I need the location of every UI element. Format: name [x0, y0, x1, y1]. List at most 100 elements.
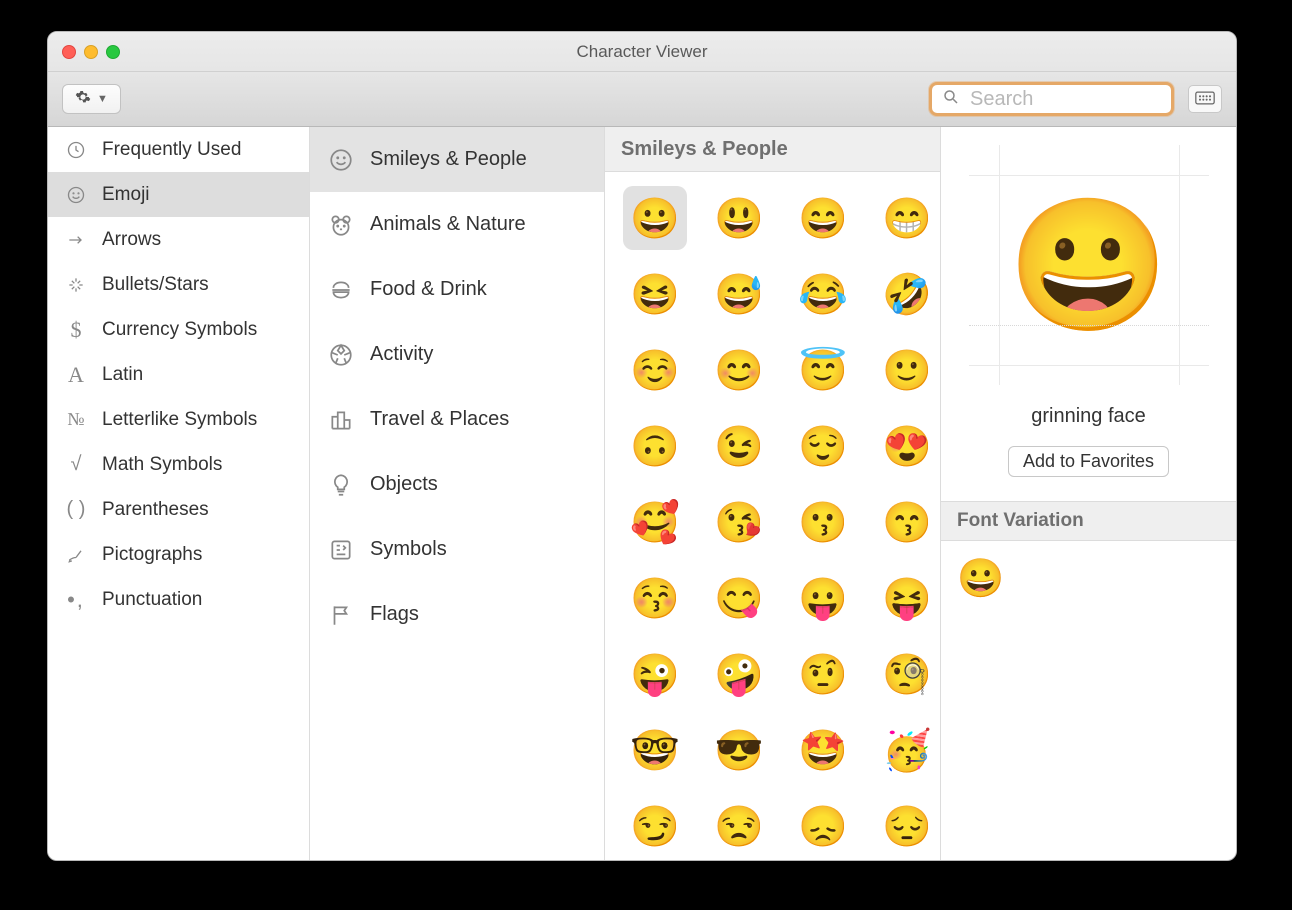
- toolbar: ▼: [48, 72, 1236, 127]
- sidebar-sets: Frequently UsedEmojiArrowsBullets/Stars$…: [48, 127, 310, 860]
- sidebar-set-label: Emoji: [102, 184, 150, 206]
- character-cell-disappointed[interactable]: 😞: [791, 794, 855, 858]
- settings-menu-button[interactable]: ▼: [62, 84, 121, 114]
- character-cell-tongue[interactable]: 😛: [791, 566, 855, 630]
- character-name-label: grinning face: [1031, 405, 1146, 428]
- sparkle-icon: [64, 275, 88, 295]
- sidebar-set-item[interactable]: Arrows: [48, 217, 309, 262]
- sidebar-set-label: Arrows: [102, 229, 161, 251]
- category-item[interactable]: Food & Drink: [310, 257, 604, 322]
- latin-icon: A: [64, 362, 88, 388]
- clock-icon: [64, 140, 88, 160]
- sidebar-set-item[interactable]: ALatin: [48, 352, 309, 397]
- character-cell-partying[interactable]: 🥳: [875, 718, 939, 782]
- character-cell-halo[interactable]: 😇: [791, 338, 855, 402]
- grid-heading: Smileys & People: [605, 127, 940, 172]
- sidebar-set-item[interactable]: $Currency Symbols: [48, 307, 309, 352]
- category-item[interactable]: Activity: [310, 322, 604, 387]
- parens-icon: ( ): [64, 498, 88, 521]
- character-cell-kissing[interactable]: 😗: [791, 490, 855, 554]
- character-cell-star-struck[interactable]: 🤩: [791, 718, 855, 782]
- character-cell-yum[interactable]: 😋: [707, 566, 771, 630]
- category-label: Smileys & People: [370, 148, 527, 171]
- window-title: Character Viewer: [48, 42, 1236, 62]
- collapse-viewer-button[interactable]: [1188, 85, 1222, 113]
- category-item[interactable]: Objects: [310, 452, 604, 517]
- character-cell-kissing-smiling-eyes[interactable]: 😙: [875, 490, 939, 554]
- keyboard-icon: [1195, 91, 1215, 108]
- character-cell-raised-eyebrow[interactable]: 🤨: [791, 642, 855, 706]
- add-to-favorites-button[interactable]: Add to Favorites: [1008, 446, 1169, 477]
- character-cell-relaxed[interactable]: ☺️: [623, 338, 687, 402]
- character-viewer-window: Character Viewer ▼: [47, 31, 1237, 861]
- category-item[interactable]: Animals & Nature: [310, 192, 604, 257]
- character-cell-grinning-face-smiling-eyes[interactable]: 😄: [791, 186, 855, 250]
- dollar-icon: $: [64, 317, 88, 343]
- character-cell-relieved[interactable]: 😌: [791, 414, 855, 478]
- titlebar: Character Viewer: [48, 32, 1236, 72]
- character-cell-tears-of-joy[interactable]: 😂: [791, 262, 855, 326]
- dots-icon: •,: [64, 587, 88, 613]
- bulb-icon: [326, 472, 356, 498]
- character-cell-monocle[interactable]: 🧐: [875, 642, 939, 706]
- font-variant-cell[interactable]: 😀: [957, 557, 1220, 601]
- character-cell-smirking[interactable]: 😏: [623, 794, 687, 858]
- character-cell-nerd[interactable]: 🤓: [623, 718, 687, 782]
- character-cell-smiling-face-smiling-eyes[interactable]: 😊: [707, 338, 771, 402]
- search-field[interactable]: [929, 82, 1174, 116]
- category-item[interactable]: Symbols: [310, 517, 604, 582]
- bear-icon: [326, 212, 356, 238]
- sidebar-set-item[interactable]: Emoji: [48, 172, 309, 217]
- category-item[interactable]: Smileys & People: [310, 127, 604, 192]
- character-cell-winking-tongue[interactable]: 😜: [623, 642, 687, 706]
- category-label: Symbols: [370, 538, 447, 561]
- character-cell-upside-down[interactable]: 🙃: [623, 414, 687, 478]
- gear-icon: [75, 89, 91, 110]
- arrow-icon: [64, 230, 88, 250]
- sidebar-set-label: Letterlike Symbols: [102, 409, 257, 431]
- character-cell-blowing-kiss[interactable]: 😘: [707, 490, 771, 554]
- character-preview-box: 😀: [969, 145, 1209, 385]
- sidebar-set-label: Parentheses: [102, 499, 209, 521]
- sidebar-set-item[interactable]: √ Math Symbols: [48, 442, 309, 487]
- chevron-down-icon: ▼: [97, 93, 108, 105]
- character-cell-grinning-face[interactable]: 😀: [623, 186, 687, 250]
- category-item[interactable]: Travel & Places: [310, 387, 604, 452]
- sidebar-set-item[interactable]: ( ) Parentheses: [48, 487, 309, 532]
- sidebar-set-item[interactable]: •,Punctuation: [48, 577, 309, 622]
- category-label: Activity: [370, 343, 433, 366]
- character-cell-heart-eyes[interactable]: 😍: [875, 414, 939, 478]
- sidebar-set-item[interactable]: Frequently Used: [48, 127, 309, 172]
- character-cell-unamused[interactable]: 😒: [707, 794, 771, 858]
- character-cell-slightly-smiling[interactable]: 🙂: [875, 338, 939, 402]
- search-icon: [942, 88, 960, 110]
- flag-icon: [326, 602, 356, 628]
- character-cell-winking[interactable]: 😉: [707, 414, 771, 478]
- character-cell-zany[interactable]: 🤪: [707, 642, 771, 706]
- font-variation-heading: Font Variation: [941, 501, 1236, 541]
- category-label: Food & Drink: [370, 278, 487, 301]
- character-cell-sunglasses[interactable]: 😎: [707, 718, 771, 782]
- category-label: Travel & Places: [370, 408, 509, 431]
- character-cell-smiling-hearts[interactable]: 🥰: [623, 490, 687, 554]
- character-grid: 😀 😃 😄 😁 😆 😅 😂 🤣 ☺️ 😊 😇 🙂 🙃 😉 😌 😍 🥰 😘 😗 😙 😚 😋 😛 😝 😜 🤪 🤨 🧐 🤓 😎 🤩 🥳 😏 😒 😞 😔: [605, 172, 940, 860]
- sidebar-set-label: Frequently Used: [102, 139, 241, 161]
- sidebar-set-item[interactable]: № Letterlike Symbols: [48, 397, 309, 442]
- sidebar-set-item[interactable]: Bullets/Stars: [48, 262, 309, 307]
- numero-icon: №: [64, 409, 88, 430]
- character-cell-pensive[interactable]: 😔: [875, 794, 939, 858]
- category-item[interactable]: Flags: [310, 582, 604, 647]
- sidebar-set-item[interactable]: Pictographs: [48, 532, 309, 577]
- character-cell-kissing-closed-eyes[interactable]: 😚: [623, 566, 687, 630]
- character-cell-sweat-smile[interactable]: 😅: [707, 262, 771, 326]
- character-cell-beaming-face[interactable]: 😁: [875, 186, 939, 250]
- character-cell-grinning-face-big-eyes[interactable]: 😃: [707, 186, 771, 250]
- sidebar-set-label: Math Symbols: [102, 454, 222, 476]
- smile-icon: [64, 185, 88, 205]
- character-cell-rofl[interactable]: 🤣: [875, 262, 939, 326]
- root-icon: √: [64, 453, 88, 476]
- character-cell-squinting-tongue[interactable]: 😝: [875, 566, 939, 630]
- font-variation-list: 😀: [941, 541, 1236, 617]
- character-grid-pane: Smileys & People 😀 😃 😄 😁 😆 😅 😂 🤣 ☺️ 😊 😇 🙂 🙃 😉 😌 😍 🥰 😘 😗 😙 😚 😋…: [605, 127, 941, 860]
- character-cell-squinting-face[interactable]: 😆: [623, 262, 687, 326]
